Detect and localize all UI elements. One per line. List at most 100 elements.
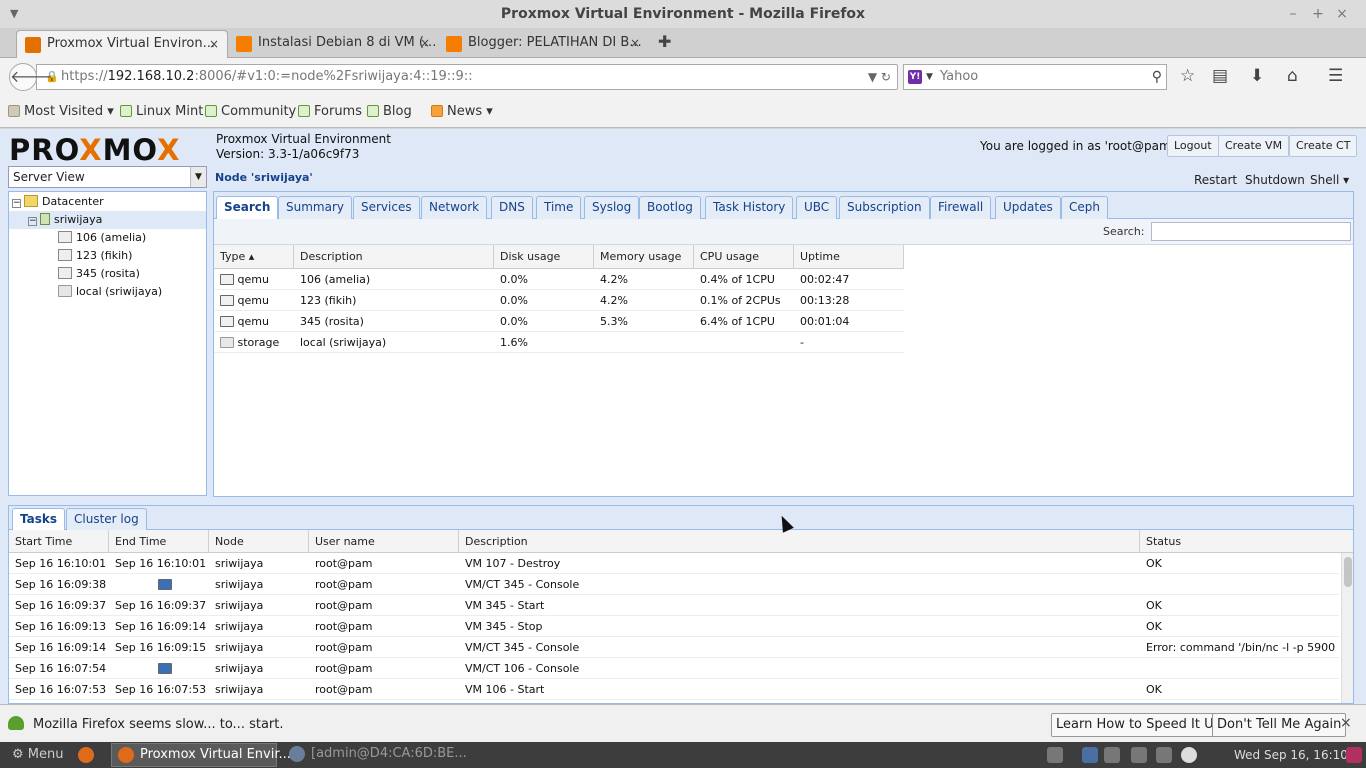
task-row[interactable]: Sep 16 16:09:13 Sep 16 16:09:14 sriwijaya r… [9, 616, 1339, 637]
browser-tab-proxmox[interactable]: Proxmox Virtual Environ... × [16, 30, 228, 58]
shutdown-button[interactable]: Shutdown [1245, 173, 1305, 187]
column-start-time[interactable]: Start Time [9, 530, 109, 553]
task-row[interactable]: Sep 16 16:09:37 Sep 16 16:09:37 sriwijaya r… [9, 595, 1339, 616]
dont-tell-again-button[interactable]: Don't Tell Me Again [1212, 713, 1347, 737]
task-row[interactable]: Sep 16 16:09:38 sriwijaya root@pam VM/CT 34… [9, 574, 1339, 595]
search-engine-dropdown-icon[interactable]: ▼ [926, 65, 933, 89]
column-cpu-usage[interactable]: CPU usage [694, 245, 794, 269]
bookmark-star-icon[interactable]: ☆ [1180, 66, 1195, 86]
workspace-icon[interactable] [1346, 747, 1362, 763]
maximize-icon[interactable]: + [1307, 0, 1329, 28]
logout-button[interactable]: Logout [1167, 135, 1219, 157]
column-task-description[interactable]: Description [459, 530, 1140, 553]
back-button[interactable]: 🡐 [9, 63, 53, 91]
restart-button[interactable]: Restart [1194, 173, 1237, 187]
tree-item-sriwijaya[interactable]: − sriwijaya [9, 211, 206, 229]
download-icon[interactable]: ⬇ [1250, 66, 1264, 86]
task-row[interactable]: Sep 16 16:07:54 sriwijaya root@pam VM/CT 10… [9, 658, 1339, 679]
window-menu-icon[interactable]: ▼ [10, 0, 18, 28]
create-ct-button[interactable]: Create CT [1289, 135, 1358, 157]
volume-icon[interactable] [1104, 747, 1120, 763]
tab-cluster-log[interactable]: Cluster log [66, 508, 147, 530]
shell-button[interactable]: Shell ▾ [1310, 173, 1349, 187]
bookmark-linux-mint[interactable]: Linux Mint [120, 96, 203, 128]
tab-dns[interactable]: DNS [491, 196, 533, 219]
table-row[interactable]: qemu 345 (rosita) 0.0% 5.3% 6.4% of 1CPU… [214, 311, 904, 332]
url-bar[interactable]: 🔒 https://192.168.10.2:8006/#v1:0:=node%… [36, 64, 898, 90]
view-selector[interactable]: Server View ▼ [8, 166, 207, 188]
battery-icon[interactable] [1156, 747, 1172, 763]
tree-item-vm-123[interactable]: 123 (fikih) [9, 247, 206, 265]
collapse-icon[interactable]: − [28, 217, 37, 226]
tab-search[interactable]: Search [216, 196, 279, 220]
tab-ceph[interactable]: Ceph [1061, 196, 1108, 219]
close-icon[interactable]: × [1340, 715, 1352, 731]
bookmark-most-visited[interactable]: Most Visited ▾ [8, 96, 114, 128]
close-window-icon[interactable]: × [1331, 0, 1353, 28]
table-row[interactable]: qemu 123 (fikih) 0.0% 4.2% 0.1% of 2CPUs… [214, 290, 904, 311]
column-type[interactable]: Type ▴ [214, 245, 294, 269]
brightness-icon[interactable] [1181, 747, 1197, 763]
tree-item-datacenter[interactable]: − Datacenter [9, 193, 206, 211]
tab-close-icon[interactable]: × [209, 31, 219, 57]
chevron-down-icon[interactable]: ▼ [190, 167, 206, 187]
tree-item-vm-106[interactable]: 106 (amelia) [9, 229, 206, 247]
bookmark-forums[interactable]: Forums [298, 96, 362, 128]
network-icon[interactable] [1131, 747, 1147, 763]
reading-list-icon[interactable]: ▤ [1212, 66, 1228, 86]
column-node[interactable]: Node [209, 530, 309, 553]
chrome-tray-icon[interactable] [1047, 747, 1063, 763]
minimize-icon[interactable]: – [1282, 0, 1304, 28]
task-row[interactable]: Sep 16 16:10:01 Sep 16 16:10:01 sriwijaya r… [9, 553, 1339, 574]
tab-close-icon[interactable]: × [420, 30, 430, 56]
tab-close-icon[interactable]: × [630, 30, 640, 56]
column-disk-usage[interactable]: Disk usage [494, 245, 594, 269]
shield-icon[interactable] [1082, 747, 1098, 763]
tasks-scrollbar[interactable] [1341, 553, 1353, 703]
column-end-time[interactable]: End Time [109, 530, 209, 553]
tab-time[interactable]: Time [536, 196, 582, 219]
new-tab-icon[interactable]: ✚ [658, 32, 671, 51]
tab-summary[interactable]: Summary [278, 196, 352, 219]
tab-tasks[interactable]: Tasks [12, 508, 66, 530]
taskbar-window-firefox[interactable]: Proxmox Virtual Envir... [111, 743, 291, 767]
bookmark-blog[interactable]: Blog [367, 96, 412, 128]
tab-bootlog[interactable]: Bootlog [639, 196, 701, 219]
hamburger-menu-icon[interactable]: ☰ [1328, 66, 1343, 86]
tab-ubc[interactable]: UBC [796, 196, 838, 219]
speed-up-button[interactable]: Learn How to Speed It Up [1051, 713, 1227, 737]
task-row[interactable]: Sep 16 16:07:53 Sep 16 16:07:53 sriwijaya r… [9, 679, 1339, 700]
tree-item-storage-local[interactable]: local (sriwijaya) [9, 283, 206, 301]
taskbar-clock[interactable]: Wed Sep 16, 16:10 [1234, 742, 1348, 768]
bookmark-news[interactable]: News ▾ [431, 96, 493, 128]
column-status[interactable]: Status [1140, 530, 1353, 553]
column-description[interactable]: Description [294, 245, 494, 269]
tab-task-history[interactable]: Task History [705, 196, 794, 219]
create-vm-button[interactable]: Create VM [1218, 135, 1290, 157]
column-uptime[interactable]: Uptime [794, 245, 904, 269]
tab-subscription[interactable]: Subscription [839, 196, 930, 219]
tab-syslog[interactable]: Syslog [584, 196, 640, 219]
tab-services[interactable]: Services [353, 196, 420, 219]
table-row[interactable]: qemu 106 (amelia) 0.0% 4.2% 0.4% of 1CPU… [214, 269, 904, 290]
tab-network[interactable]: Network [421, 196, 488, 219]
table-row[interactable]: storage local (sriwijaya) 1.6% - [214, 332, 904, 353]
scrollbar-thumb[interactable] [1344, 557, 1352, 587]
reload-icon[interactable]: ▼ ↻ [868, 65, 891, 89]
firefox-launcher-icon[interactable] [78, 747, 94, 763]
search-icon[interactable]: ⚲ [1152, 65, 1162, 89]
search-input[interactable]: Y! ▼ Yahoo ⚲ [903, 64, 1167, 90]
tree-item-vm-345[interactable]: 345 (rosita) [9, 265, 206, 283]
browser-tab-instalasi[interactable]: Instalasi Debian 8 di VM (... × [228, 30, 438, 58]
column-user-name[interactable]: User name [309, 530, 459, 553]
resource-search-input[interactable] [1151, 222, 1351, 241]
tab-updates[interactable]: Updates [995, 196, 1061, 219]
tab-firewall[interactable]: Firewall [930, 196, 992, 219]
column-memory-usage[interactable]: Memory usage [594, 245, 694, 269]
task-row[interactable]: Sep 16 16:09:14 Sep 16 16:09:15 sriwijaya r… [9, 637, 1339, 658]
home-icon[interactable]: ⌂ [1287, 66, 1298, 86]
collapse-icon[interactable]: − [12, 199, 21, 208]
bookmark-community[interactable]: Community [205, 96, 296, 128]
browser-tab-blogger[interactable]: Blogger: PELATIHAN DI B... × [438, 30, 648, 58]
start-menu-button[interactable]: ⚙ Menu [12, 742, 63, 768]
